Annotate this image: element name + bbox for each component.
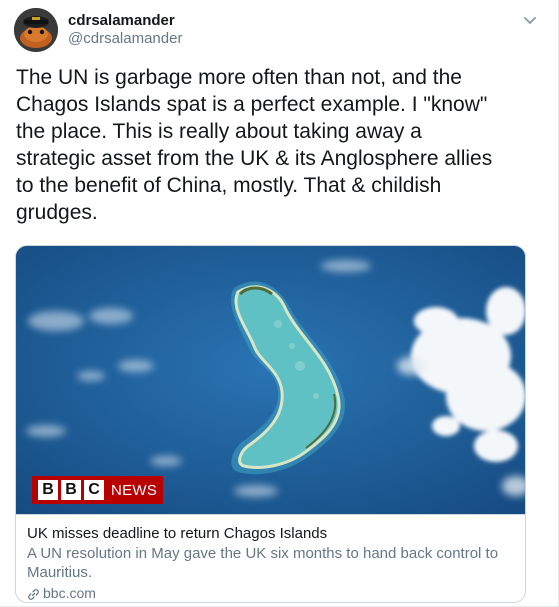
author-display-name[interactable]: cdrsalamander bbox=[68, 12, 175, 29]
tweet-text: The UN is garbage more often than not, a… bbox=[16, 66, 493, 224]
card-body[interactable]: UK misses deadline to return Chagos Isla… bbox=[16, 514, 525, 602]
avatar[interactable] bbox=[14, 8, 58, 52]
bbc-logo-letter: B bbox=[38, 480, 58, 500]
tweet-container: cdrsalamander @cdrsalamander The UN is g… bbox=[0, 0, 559, 607]
link-card[interactable]: B B C NEWS UK misses deadline to return … bbox=[15, 245, 526, 603]
author-handle[interactable]: @cdrsalamander bbox=[68, 30, 182, 47]
card-description: A UN resolution in May gave the UK six m… bbox=[27, 545, 499, 581]
link-icon bbox=[27, 587, 40, 600]
bbc-logo-letter: C bbox=[84, 480, 104, 500]
chevron-down-icon[interactable] bbox=[522, 12, 538, 28]
atoll-satellite-image: B B C NEWS bbox=[16, 246, 525, 514]
card-title[interactable]: UK misses deadline to return Chagos Isla… bbox=[27, 524, 516, 543]
card-domain-text[interactable]: bbc.com bbox=[43, 584, 96, 602]
salamander-avatar-icon bbox=[14, 8, 58, 52]
card-domain[interactable]: bbc.com bbox=[27, 584, 516, 602]
bbc-logo-letter: B bbox=[61, 480, 81, 500]
bbc-logo-news-text: NEWS bbox=[111, 481, 158, 499]
bbc-news-logo: B B C NEWS bbox=[32, 476, 164, 504]
